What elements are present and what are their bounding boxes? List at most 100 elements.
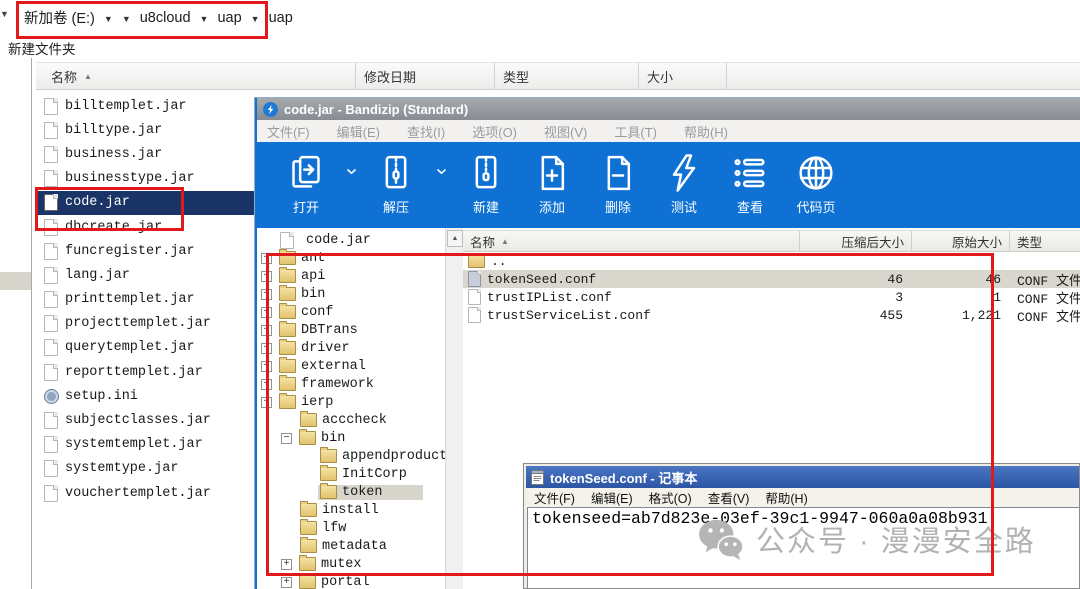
tree-node[interactable]: install	[257, 501, 445, 519]
expand-plus-icon[interactable]: +	[261, 361, 272, 372]
archive-row[interactable]: ..	[463, 252, 1080, 270]
file-row[interactable]: reporttemplet.jar	[36, 360, 255, 384]
archive-column-header-0[interactable]: 名称▲	[463, 231, 800, 251]
tree-node[interactable]: token	[257, 483, 445, 501]
column-header-0[interactable]: 名称▲	[36, 63, 356, 89]
tree-node[interactable]: acccheck	[257, 411, 445, 429]
expand-plus-icon[interactable]: +	[261, 271, 272, 282]
tree-node[interactable]: +conf	[257, 303, 445, 321]
menu-item[interactable]: 编辑(E)	[337, 122, 380, 141]
file-row[interactable]: systemtype.jar	[36, 457, 255, 481]
expand-plus-icon[interactable]: +	[261, 325, 272, 336]
tree-node[interactable]: −bin	[257, 429, 445, 447]
file-row[interactable]: printtemplet.jar	[36, 288, 255, 312]
toolbar-button-extract[interactable]: 解压	[363, 152, 429, 216]
file-row[interactable]: systemtemplet.jar	[36, 433, 255, 457]
file-row[interactable]: subjectclasses.jar	[36, 408, 255, 432]
file-row[interactable]: business.jar	[36, 142, 255, 166]
chevron-down-icon[interactable]: ▼	[122, 12, 131, 24]
breadcrumb-item[interactable]: 新加卷 (E:)	[24, 7, 95, 28]
tree-node[interactable]: lfw	[257, 519, 445, 537]
collapse-minus-icon[interactable]: −	[281, 433, 292, 444]
file-row[interactable]: vouchertemplet.jar	[36, 481, 255, 505]
bandizip-app-icon	[263, 102, 278, 117]
toolbar-button-test-archive[interactable]: 测试	[651, 152, 717, 216]
tree-node[interactable]: +bin	[257, 285, 445, 303]
chevron-down-icon[interactable]: ▼	[251, 12, 260, 24]
expand-plus-icon[interactable]: +	[261, 379, 272, 390]
file-row[interactable]: setup.ini	[36, 384, 255, 408]
archive-row[interactable]: tokenSeed.conf4646CONF 文件	[463, 270, 1080, 288]
menu-item[interactable]: 文件(F)	[534, 488, 575, 507]
chevron-down-icon[interactable]: ▼	[200, 12, 209, 24]
breadcrumb-item[interactable]: uap	[217, 10, 241, 26]
chevron-down-icon[interactable]	[429, 152, 453, 175]
expand-plus-icon[interactable]: +	[281, 577, 292, 588]
archive-column-header-3[interactable]: 类型	[1010, 231, 1080, 251]
tree-node[interactable]: InitCorp	[257, 465, 445, 483]
file-row[interactable]: dbcreate.jar	[36, 215, 255, 239]
scroll-up-icon[interactable]: ▲	[447, 230, 463, 247]
menu-item[interactable]: 视图(V)	[544, 122, 587, 141]
new-folder-button[interactable]: 新建文件夹	[8, 38, 76, 58]
menu-item[interactable]: 编辑(E)	[591, 488, 633, 507]
tree-node[interactable]: +external	[257, 357, 445, 375]
expand-plus-icon[interactable]: +	[261, 307, 272, 318]
file-row[interactable]: businesstype.jar	[36, 167, 255, 191]
menu-item[interactable]: 查找(I)	[407, 122, 445, 141]
toolbar-button-codepage[interactable]: 代码页	[783, 152, 849, 216]
toolbar-button-add-file[interactable]: 添加	[519, 152, 585, 216]
archive-row[interactable]: trustIPList.conf31CONF 文件	[463, 288, 1080, 306]
archive-column-header-1[interactable]: 压缩后大小	[800, 231, 912, 251]
tree-node[interactable]: +portal	[257, 573, 445, 589]
menu-item[interactable]: 查看(V)	[708, 488, 750, 507]
breadcrumb-item[interactable]: u8cloud	[140, 10, 191, 26]
toolbar-button-delete-file[interactable]: 删除	[585, 152, 651, 216]
notepad-titlebar[interactable]: tokenSeed.conf - 记事本	[526, 466, 1079, 488]
tree-node[interactable]: +ierp	[257, 393, 445, 411]
chevron-down-icon[interactable]	[339, 152, 363, 175]
tree-node[interactable]: +DBTrans	[257, 321, 445, 339]
tree-node[interactable]: code.jar	[257, 231, 445, 249]
expand-plus-icon[interactable]: +	[281, 559, 292, 570]
menu-item[interactable]: 选项(O)	[472, 122, 517, 141]
toolbar-button-open-archive[interactable]: 打开	[273, 152, 339, 216]
file-row[interactable]: funcregister.jar	[36, 239, 255, 263]
toolbar-button-new-archive[interactable]: 新建	[453, 152, 519, 216]
archive-row[interactable]: trustServiceList.conf4551,221CONF 文件	[463, 306, 1080, 324]
expand-plus-icon[interactable]: +	[261, 289, 272, 300]
file-row[interactable]: code.jar	[36, 191, 255, 215]
column-header-1[interactable]: 修改日期	[356, 63, 495, 89]
file-row[interactable]: projecttemplet.jar	[36, 312, 255, 336]
archive-column-header-2[interactable]: 原始大小	[912, 231, 1010, 251]
menu-item[interactable]: 文件(F)	[267, 122, 310, 141]
file-row[interactable]: lang.jar	[36, 263, 255, 287]
tree-node[interactable]: metadata	[257, 537, 445, 555]
file-row[interactable]: billtype.jar	[36, 118, 255, 142]
menu-item[interactable]: 帮助(H)	[684, 122, 728, 141]
chevron-down-icon[interactable]: ▼	[104, 12, 113, 24]
tree-node[interactable]: +api	[257, 267, 445, 285]
tree-node-label: mutex	[321, 557, 362, 572]
chevron-down-icon[interactable]: ▼	[0, 9, 9, 19]
tree-node[interactable]: +framework	[257, 375, 445, 393]
file-row[interactable]: billtemplet.jar	[36, 94, 255, 118]
breadcrumb-item[interactable]: uap	[269, 10, 293, 26]
expand-plus-icon[interactable]: +	[261, 253, 272, 264]
tree-node[interactable]: appendproduct	[257, 447, 445, 465]
menu-item[interactable]: 工具(T)	[614, 122, 657, 141]
tree-node[interactable]: + mutex	[257, 555, 445, 573]
menu-item[interactable]: 帮助(H)	[765, 488, 807, 507]
expand-plus-icon[interactable]: +	[261, 397, 272, 408]
nav-pane-item[interactable]	[0, 272, 31, 290]
column-header-3[interactable]: 大小	[639, 63, 727, 89]
menu-item[interactable]: 格式(O)	[649, 488, 692, 507]
file-row[interactable]: querytemplet.jar	[36, 336, 255, 360]
bandizip-titlebar[interactable]: code.jar - Bandizip (Standard)	[257, 98, 1080, 120]
tree-node[interactable]: +driver	[257, 339, 445, 357]
tree-node[interactable]: +ant	[257, 249, 445, 267]
toolbar-button-view-list[interactable]: 查看	[717, 152, 783, 216]
tree-scrollbar[interactable]: ▲	[445, 228, 463, 589]
expand-plus-icon[interactable]: +	[261, 343, 272, 354]
column-header-2[interactable]: 类型	[495, 63, 639, 89]
